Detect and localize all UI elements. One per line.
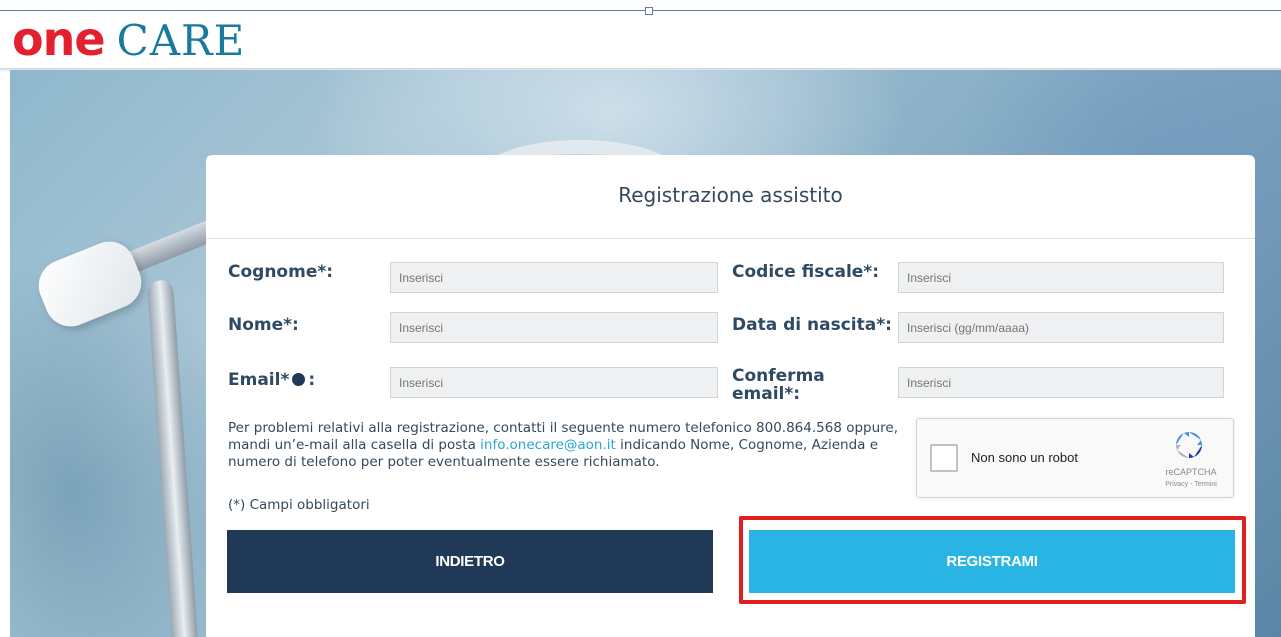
data-nascita-input[interactable] (898, 312, 1224, 343)
recaptcha-icon (1176, 432, 1202, 458)
codice-fiscale-label: Codice fiscale*: (732, 262, 879, 282)
cognome-input[interactable] (390, 262, 718, 293)
stethoscope-rod (146, 279, 200, 637)
email-label: Email* (228, 370, 290, 390)
email-input[interactable] (390, 367, 718, 398)
email-label-suffix: : (308, 370, 316, 390)
stethoscope-ear-tip (30, 233, 150, 335)
nome-label: Nome*: (228, 315, 299, 335)
support-email-link[interactable]: info.onecare@aon.it (480, 437, 616, 453)
recaptcha-checkbox[interactable] (930, 444, 958, 472)
onecare-logo[interactable]: one CARE (12, 12, 246, 66)
info-icon[interactable] (292, 373, 306, 386)
cognome-label: Cognome*: (228, 262, 334, 282)
logo-care-text: CARE (116, 16, 246, 65)
conferma-email-label-line1: Conferma (732, 366, 825, 386)
recaptcha-widget: Non sono un robot reCAPTCHA Privacy - Te… (916, 418, 1234, 498)
conferma-email-input[interactable] (898, 367, 1224, 398)
required-fields-note: (*) Campi obbligatori (228, 497, 370, 513)
title-divider (206, 238, 1255, 239)
email-label-group: Email*: (228, 371, 315, 389)
recaptcha-terms-link[interactable]: Privacy - Termini (1153, 481, 1229, 488)
conferma-email-label: Conferma email*: (732, 367, 825, 403)
selection-handle (645, 7, 653, 15)
support-info-text: Per problemi relativi alla registrazione… (228, 420, 918, 471)
recaptcha-brand: reCAPTCHA (1165, 467, 1217, 477)
codice-fiscale-input[interactable] (898, 262, 1224, 293)
header: one CARE (0, 0, 1281, 72)
conferma-email-label-line2: email*: (732, 384, 801, 404)
data-nascita-label: Data di nascita*: (732, 315, 892, 335)
registration-card: Registrazione assistito Cognome*: Codice… (206, 155, 1255, 637)
nome-input[interactable] (390, 312, 718, 343)
back-button[interactable]: INDIETRO (227, 530, 713, 593)
header-top-line (0, 10, 1281, 11)
register-button[interactable]: REGISTRAMI (749, 530, 1235, 593)
recaptcha-label: Non sono un robot (971, 450, 1078, 465)
logo-one-text: one (12, 12, 106, 66)
form-title: Registrazione assistito (618, 183, 843, 207)
